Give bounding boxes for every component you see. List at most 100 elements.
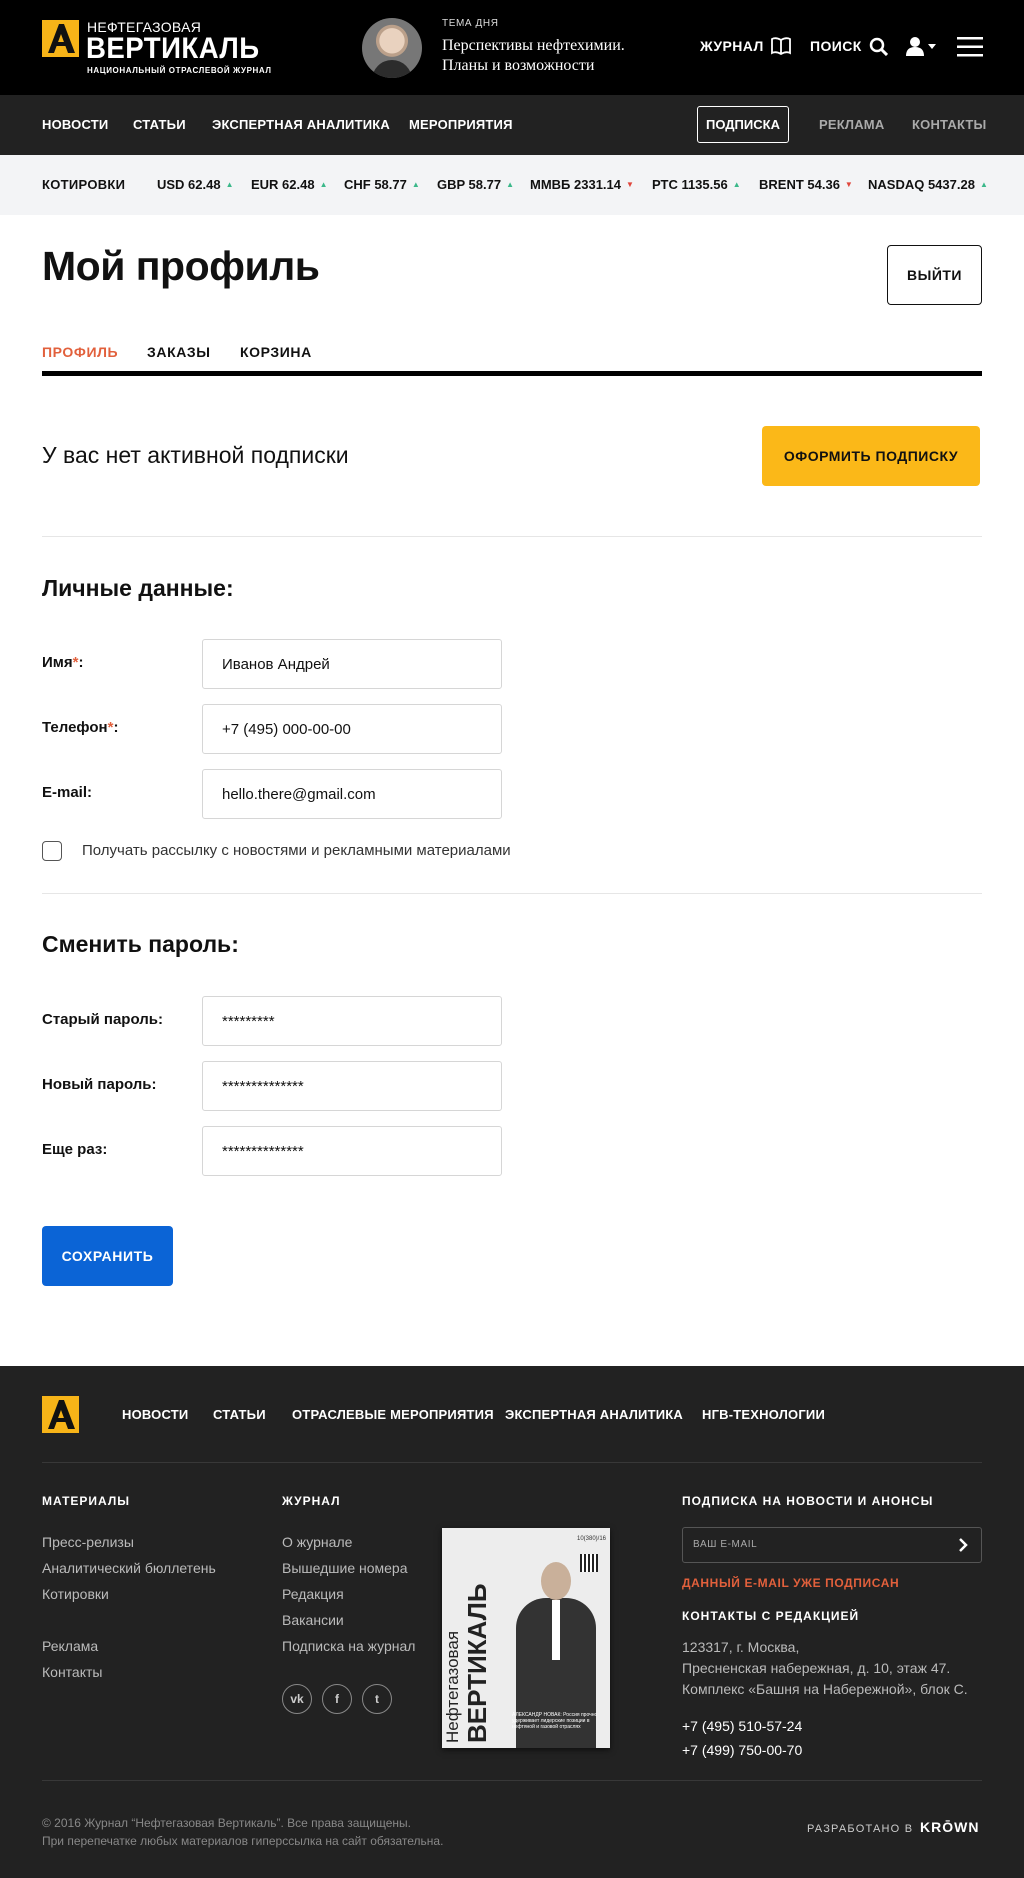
footer-logo-icon[interactable] xyxy=(42,1396,79,1433)
name-field[interactable] xyxy=(202,639,502,689)
subscribe-email-input[interactable]: ВАШ E-MAIL xyxy=(682,1527,982,1563)
email-field[interactable] xyxy=(202,769,502,819)
subscribe-error: ДАННЫЙ E-MAIL УЖЕ ПОДПИСАН xyxy=(682,1576,900,1590)
arrow-up-icon: ▲ xyxy=(506,180,515,189)
arrow-up-icon: ▲ xyxy=(979,180,988,189)
footer-nav-ngv[interactable]: НГВ-ТЕХНОЛОГИИ xyxy=(702,1407,825,1422)
subscribe-title: ПОДПИСКА НА НОВОСТИ И АНОНСЫ xyxy=(682,1494,934,1508)
phone-label: Телефон*: xyxy=(42,719,119,736)
footer-link[interactable]: Пресс-релизы xyxy=(42,1534,134,1550)
user-icon[interactable] xyxy=(906,36,938,61)
logo-big-text: ВЕРТИКАЛЬ xyxy=(86,32,260,65)
quote-item: NASDAQ 5437.28 ▲ xyxy=(868,177,988,192)
site-logo[interactable]: НЕФТЕГАЗОВАЯ ВЕРТИКАЛЬ НАЦИОНАЛЬНЫЙ ОТРА… xyxy=(42,19,342,78)
nav-contacts[interactable]: КОНТАКТЫ xyxy=(912,117,986,132)
quotes-label: КОТИРОВКИ xyxy=(42,177,126,192)
footer-nav-events[interactable]: ОТРАСЛЕВЫЕ МЕРОПРИЯТИЯ xyxy=(292,1407,494,1422)
quote-item: USD 62.48 ▲ xyxy=(157,177,234,192)
krown-logo[interactable]: KRŌWN xyxy=(920,1819,979,1835)
phone-field[interactable] xyxy=(202,704,502,754)
search-icon[interactable] xyxy=(869,37,889,61)
footer-link[interactable]: Контакты xyxy=(42,1664,102,1680)
nav-subscription-button[interactable]: ПОДПИСКА xyxy=(697,106,789,143)
password-title: Сменить пароль: xyxy=(42,931,239,957)
vk-icon[interactable]: vk xyxy=(282,1684,312,1714)
top-bar: НЕФТЕГАЗОВАЯ ВЕРТИКАЛЬ НАЦИОНАЛЬНЫЙ ОТРА… xyxy=(0,0,1024,95)
email-label: E-mail: xyxy=(42,784,93,801)
nav-articles[interactable]: СТАТЬИ xyxy=(133,117,186,132)
tema-link[interactable]: Перспективы нефтехимии. Планы и возможно… xyxy=(442,36,662,76)
footer-link[interactable]: Редакция xyxy=(282,1586,344,1602)
quote-item: BRENT 54.36 ▼ xyxy=(759,177,853,192)
tab-cart[interactable]: КОРЗИНА xyxy=(240,344,312,360)
footer-nav-news[interactable]: НОВОСТИ xyxy=(122,1407,188,1422)
subscribe-button[interactable]: ОФОРМИТЬ ПОДПИСКУ xyxy=(762,426,980,486)
newsletter-label[interactable]: Получать рассылку с новостями и рекламны… xyxy=(82,842,511,859)
newsletter-checkbox[interactable] xyxy=(42,841,62,861)
page-title: Мой профиль xyxy=(42,243,320,289)
nav-analytics[interactable]: ЭКСПЕРТНАЯ АНАЛИТИКА xyxy=(212,117,390,132)
new-password-field[interactable] xyxy=(202,1061,502,1111)
arrow-up-icon: ▲ xyxy=(732,180,741,189)
footer: НОВОСТИ СТАТЬИ ОТРАСЛЕВЫЕ МЕРОПРИЯТИЯ ЭК… xyxy=(0,1366,1024,1878)
footer-nav-analytics[interactable]: ЭКСПЕРТНАЯ АНАЛИТИКА xyxy=(505,1407,683,1422)
tab-profile[interactable]: ПРОФИЛЬ xyxy=(42,344,118,360)
search-link[interactable]: ПОИСК xyxy=(810,38,862,54)
quotes-bar: КОТИРОВКИ USD 62.48 ▲ EUR 62.48 ▲ CHF 58.7… xyxy=(0,155,1024,215)
tema-avatar[interactable] xyxy=(362,18,422,78)
footer-link[interactable]: Вакансии xyxy=(282,1612,344,1628)
main-nav: НОВОСТИ СТАТЬИ ЭКСПЕРТНАЯ АНАЛИТИКА МЕРО… xyxy=(0,95,1024,155)
journal-title: ЖУРНАЛ xyxy=(282,1494,341,1508)
repeat-password-field[interactable] xyxy=(202,1126,502,1176)
logo-subtitle: НАЦИОНАЛЬНЫЙ ОТРАСЛЕВОЙ ЖУРНАЛ xyxy=(87,66,272,75)
new-password-label: Новый пароль: xyxy=(42,1076,157,1093)
personal-data-title: Личные данные: xyxy=(42,575,234,601)
footer-link[interactable]: Котировки xyxy=(42,1586,109,1602)
phone-1[interactable]: +7 (495) 510-57-24 xyxy=(682,1718,802,1734)
chevron-right-icon[interactable] xyxy=(958,1538,968,1555)
divider xyxy=(42,893,982,894)
logout-button[interactable]: ВЫЙТИ xyxy=(887,245,982,305)
footer-divider xyxy=(42,1780,982,1781)
footer-link[interactable]: Подписка на журнал xyxy=(282,1638,415,1654)
tab-orders[interactable]: ЗАКАЗЫ xyxy=(147,344,211,360)
twitter-icon[interactable]: t xyxy=(362,1684,392,1714)
quote-item: ММВБ 2331.14 ▼ xyxy=(530,177,634,192)
quote-item: РТС 1135.56 ▲ xyxy=(652,177,741,192)
phone-2[interactable]: +7 (499) 750-00-70 xyxy=(682,1742,802,1758)
copyright: © 2016 Журнал “Нефтегазовая Вертикаль”. … xyxy=(42,1816,444,1848)
footer-link[interactable]: Реклама xyxy=(42,1638,98,1654)
footer-divider xyxy=(42,1462,982,1463)
qr-code-icon xyxy=(580,1554,598,1572)
contacts-title: КОНТАКТЫ С РЕДАКЦИЕЙ xyxy=(682,1609,860,1623)
magazine-caption: АЛЕКСАНДР НОВАК: Россия прочно удерживае… xyxy=(512,1712,598,1730)
quote-item: EUR 62.48 ▲ xyxy=(251,177,328,192)
journal-link[interactable]: ЖУРНАЛ xyxy=(700,38,764,54)
quote-item: GBP 58.77 ▲ xyxy=(437,177,515,192)
tabs-underline xyxy=(42,371,982,376)
logo-mark-icon xyxy=(42,20,79,57)
old-password-field[interactable] xyxy=(202,996,502,1046)
arrow-down-icon: ▼ xyxy=(626,180,634,189)
magazine-cover[interactable]: Нефтегазовая ВЕРТИКАЛЬ 10(380)/16 АЛЕКСАН… xyxy=(442,1528,610,1748)
footer-link[interactable]: Вышедшие номера xyxy=(282,1560,408,1576)
old-password-label: Старый пароль: xyxy=(42,1011,163,1028)
save-button[interactable]: СОХРАНИТЬ xyxy=(42,1226,173,1286)
magazine-issue: 10(380)/16 xyxy=(577,1536,607,1542)
footer-nav-articles[interactable]: СТАТЬИ xyxy=(213,1407,266,1422)
materials-title: МАТЕРИАЛЫ xyxy=(42,1494,131,1508)
nav-events[interactable]: МЕРОПРИЯТИЯ xyxy=(409,117,513,132)
arrow-up-icon: ▲ xyxy=(319,180,328,189)
repeat-password-label: Еще раз: xyxy=(42,1141,108,1158)
footer-link[interactable]: О журнале xyxy=(282,1534,352,1550)
menu-icon[interactable] xyxy=(957,37,983,62)
footer-link[interactable]: Аналитический бюллетень xyxy=(42,1560,216,1576)
book-icon[interactable] xyxy=(771,37,791,60)
magazine-title: Нефтегазовая ВЕРТИКАЛЬ xyxy=(443,1583,492,1743)
nav-ads[interactable]: РЕКЛАМА xyxy=(819,117,884,132)
arrow-up-icon: ▲ xyxy=(225,180,234,189)
name-label: Имя*: xyxy=(42,654,84,671)
developed-by-label: РАЗРАБОТАНО В xyxy=(807,1823,914,1835)
nav-news[interactable]: НОВОСТИ xyxy=(42,117,108,132)
facebook-icon[interactable]: f xyxy=(322,1684,352,1714)
